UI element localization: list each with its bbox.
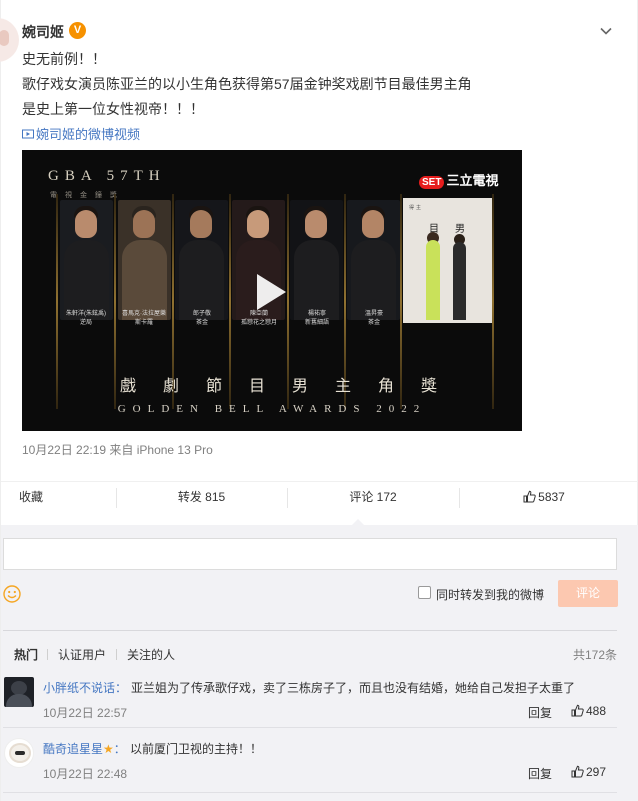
nominee-caption: 喜馬克·法拉屋樂 斯卡羅 <box>114 310 174 328</box>
video-link-icon <box>22 128 34 140</box>
nominee-portrait <box>60 200 113 320</box>
comment-button[interactable]: 评论 172 <box>287 482 459 514</box>
comment-username-text: 酷奇追星星 <box>43 742 104 756</box>
comment-tabs: 热门 认证用户 关注的人 共172条 <box>1 646 638 664</box>
nominee-caption: 楊祐寧 新舊細語 <box>287 310 347 328</box>
comment-item: 小胖纸不说话： 亚兰姐为了传承歌仔戏，卖了三栋房子了，而且也没有结婚，她给自己发… <box>1 671 638 726</box>
emoji-icon[interactable] <box>3 585 21 603</box>
comment-text: 以前厦门卫视的主持！！ <box>130 742 263 756</box>
nominee-caption: 郎子敬 茶金 <box>172 310 232 328</box>
comment-username-text: 小胖纸不说话 <box>43 681 116 695</box>
nominee-portrait <box>175 200 228 320</box>
forward-button[interactable]: 转发 815 <box>1 482 287 514</box>
comment-time: 10月22日 22:57 <box>43 706 128 720</box>
tab-divider <box>47 649 48 660</box>
comment-like-count: 488 <box>586 704 607 718</box>
chevron-down-icon[interactable] <box>599 24 613 38</box>
comment-like-button[interactable]: 488 <box>571 704 606 718</box>
nominee-role: 茶金 <box>367 320 380 326</box>
comment-username[interactable]: 小胖纸不说话： <box>43 679 127 696</box>
comment-colon: ： <box>115 681 128 695</box>
also-forward-checkbox[interactable] <box>418 586 431 599</box>
nominee-role: 新舊細語 <box>304 320 329 326</box>
comment-text: 亚兰姐为了传承歌仔戏，卖了三栋房子了，而且也没有结婚，她给自己发担子太重了 <box>131 681 576 695</box>
action-bar: 收藏 转发 815 评论 172 5837 <box>1 481 638 513</box>
nominee-role: 斯卡羅 <box>134 320 153 326</box>
tab-following[interactable]: 关注的人 <box>127 646 175 663</box>
star-icon: ★ <box>103 742 114 756</box>
post-text-line: 史无前例！！ <box>22 51 106 67</box>
video-link-label: 婉司姬的微博视频 <box>36 127 141 142</box>
comment-like-button[interactable]: 297 <box>571 765 606 779</box>
award-title-english: GOLDEN BELL AWARDS 2022 <box>117 403 427 415</box>
nominee-name: 溫昇豪 <box>364 311 383 317</box>
comment-input[interactable] <box>3 538 617 570</box>
award-title-chinese: 戲劇節目男主角獎 <box>119 376 464 395</box>
comment-like-count: 297 <box>586 765 607 779</box>
thumbs-up-icon <box>571 765 584 778</box>
nominee-portrait <box>118 200 171 320</box>
like-button[interactable]: 5837 <box>459 482 629 514</box>
avatar[interactable] <box>4 738 34 768</box>
weibo-post-page: 婉司姬 V 史无前例！！ 歌仔戏女演员陈亚兰的以小生角色获得第57届金钟奖戏剧节… <box>0 0 638 801</box>
tab-hot[interactable]: 热门 <box>14 646 38 663</box>
nominee-name: 楊祐寧 <box>307 311 326 317</box>
thumbs-up-icon <box>571 704 584 717</box>
nominee-role: 孤戀花之戀月 <box>240 320 277 326</box>
play-icon[interactable] <box>254 272 288 312</box>
winner-big-char: 男 <box>455 224 465 235</box>
author-name[interactable]: 婉司姬 <box>22 22 64 42</box>
post-meta: 10月22日 22:19 来自 iPhone 13 Pro <box>22 443 213 457</box>
comment-time: 10月22日 22:48 <box>43 767 128 781</box>
verified-badge-icon: V <box>69 22 86 39</box>
comment-colon: ： <box>113 742 126 756</box>
tab-verified-users[interactable]: 认证用户 <box>58 646 106 663</box>
comment-divider <box>3 727 617 728</box>
nominee-name: 郎子敬 <box>192 311 211 317</box>
nominee-role: 茶金 <box>195 320 208 326</box>
reply-button[interactable]: 回复 <box>528 704 552 721</box>
nominee-caption: 陳亞蘭 孤戀花之戀月 <box>229 310 289 328</box>
nominee-caption: 朱軒洋(朱鉉禹) 逆局 <box>56 310 116 328</box>
channel-name: 三立電視 <box>446 173 499 188</box>
channel-logo-icon: SET <box>419 176 445 189</box>
video-player[interactable]: GBA 57TH 電視金鐘獎 SET 三立電視 朱軒洋(朱鉉禹) 逆局 喜馬克·法拉… <box>22 150 522 431</box>
nominee-portrait <box>290 200 343 320</box>
comment-username[interactable]: 酷奇追星星★： <box>43 740 126 757</box>
avatar[interactable] <box>4 677 34 707</box>
channel-watermark: SET 三立電視 <box>419 170 498 189</box>
nominee-name: 喜馬克·法拉屋樂 <box>122 311 166 317</box>
comment-divider <box>3 792 617 793</box>
nominee-name: 朱軒洋(朱鉉禹) <box>66 311 106 317</box>
post-header: 婉司姬 V 史无前例！！ 歌仔戏女演员陈亚兰的以小生角色获得第57届金钟奖戏剧节… <box>0 0 638 160</box>
thumbs-up-icon <box>523 484 536 503</box>
comment-section: 同时转发到我的微博 评论 热门 认证用户 关注的人 共172条 小胖纸不说话： … <box>1 525 638 801</box>
section-divider <box>3 630 617 631</box>
post-text-line: 歌仔戏女演员陈亚兰的以小生角色获得第57届金钟奖戏剧节目最佳男主角 <box>22 76 472 92</box>
winner-label: 得主 <box>409 205 424 211</box>
gba-logo: GBA 57TH <box>48 168 166 184</box>
post-text-line: 是史上第一位女性视帝！！！ <box>22 101 204 117</box>
reply-button[interactable]: 回复 <box>528 765 552 782</box>
submit-comment-button[interactable]: 评论 <box>558 580 618 607</box>
nominee-role: 逆局 <box>79 320 92 326</box>
tab-divider <box>116 649 117 660</box>
comment-item: 酷奇追星星★： 以前厦门卫视的主持！！ 10月22日 22:48 回复 297 <box>1 732 638 792</box>
winner-panel: 得主 目 男 <box>403 198 492 323</box>
video-link[interactable]: 婉司姬的微博视频 <box>22 124 140 143</box>
nominee-caption: 溫昇豪 茶金 <box>344 310 404 328</box>
author-avatar[interactable] <box>0 18 19 62</box>
comment-total: 共172条 <box>573 648 618 662</box>
nominee-portrait <box>347 200 400 320</box>
like-count: 5837 <box>538 490 565 504</box>
also-forward-label: 同时转发到我的微博 <box>436 588 545 602</box>
